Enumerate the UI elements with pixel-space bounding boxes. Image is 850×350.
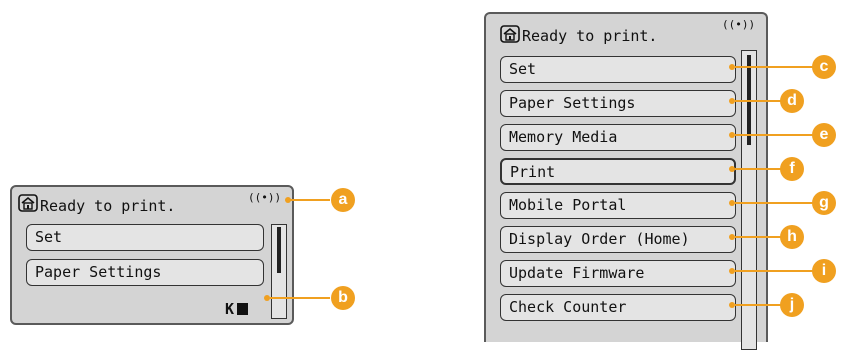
menu-item-check-counter[interactable]: Check Counter [500,294,736,321]
callout-badge-j: j [780,293,804,317]
callout-line-d [735,100,781,102]
callout-badge-i: i [812,259,836,283]
callout-badge-e: e [812,123,836,147]
scrollbar-thumb[interactable] [277,227,281,273]
scrollbar[interactable] [271,224,287,319]
menu-item-set[interactable]: Set [500,56,736,83]
callout-line-h [735,236,781,238]
callout-line-i [735,270,813,272]
menu-item-set[interactable]: Set [26,224,264,251]
menu-item-print[interactable]: Print [500,158,736,185]
toner-indicator: K [225,300,249,318]
home-icon [18,194,38,212]
lcd-panel-large: Ready to print. ((•)) Set Paper Settings… [484,12,768,350]
toner-label: K [225,300,235,318]
callout-line-a [290,199,330,201]
lcd-panel-small: Ready to print. ((•)) Set Paper Settings… [10,185,294,325]
menu-item-mobile-portal[interactable]: Mobile Portal [500,192,736,219]
toner-icon [237,303,249,315]
status-text: Ready to print. [40,197,176,215]
callout-badge-d: d [780,89,804,113]
callout-line-c [735,66,813,68]
callout-badge-b: b [331,286,355,310]
menu-item-update-firmware[interactable]: Update Firmware [500,260,736,287]
wireless-signal-icon: ((•)) [722,18,756,31]
status-text: Ready to print. [522,27,658,45]
menu-item-memory-media[interactable]: Memory Media [500,124,736,151]
menu-item-paper-settings[interactable]: Paper Settings [26,259,264,286]
callout-badge-f: f [780,157,804,181]
menu-item-display-order[interactable]: Display Order (Home) [500,226,736,253]
callout-badge-c: c [812,55,836,79]
callout-line-e [735,134,813,136]
callout-line-f [735,168,781,170]
callout-line-g [735,202,813,204]
callout-line-j [735,304,781,306]
callout-badge-a: a [331,188,355,212]
home-icon [500,25,520,43]
callout-badge-g: g [812,191,836,215]
callout-line-b [270,297,330,299]
wireless-signal-icon: ((•)) [248,191,282,204]
callout-badge-h: h [780,225,804,249]
menu-item-paper-settings[interactable]: Paper Settings [500,90,736,117]
